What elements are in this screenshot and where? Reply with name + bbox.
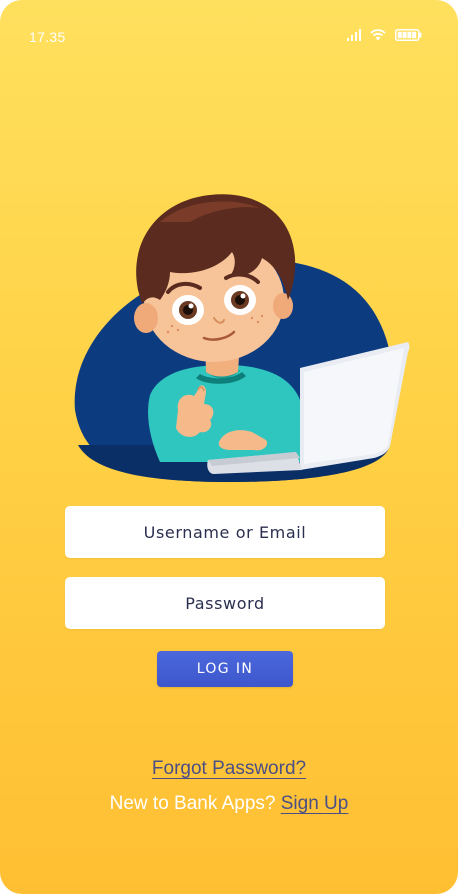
password-input[interactable] — [65, 577, 385, 629]
wifi-icon — [370, 29, 386, 41]
password-field[interactable] — [65, 577, 385, 629]
signup-link[interactable]: Sign Up — [281, 793, 349, 814]
login-button[interactable]: LOG IN — [157, 651, 293, 687]
status-bar: 17.35 — [0, 0, 458, 72]
forgot-password-row: Forgot Password? — [0, 758, 458, 780]
status-time: 17.35 — [29, 29, 66, 45]
status-icons — [347, 29, 422, 41]
signup-row: New to Bank Apps? Sign Up — [0, 793, 458, 815]
username-field[interactable] — [65, 506, 385, 558]
battery-icon — [395, 29, 422, 41]
forgot-password-link[interactable]: Forgot Password? — [152, 758, 306, 779]
phone-screen: 17.35 Username or Email LOG IN Forgot Pa… — [0, 0, 458, 894]
username-input[interactable] — [65, 506, 385, 558]
signup-prompt: New to Bank Apps? — [109, 793, 276, 814]
hero-illustration — [0, 180, 458, 490]
signal-icon — [347, 29, 361, 41]
boy-with-laptop-illustration — [74, 194, 410, 482]
